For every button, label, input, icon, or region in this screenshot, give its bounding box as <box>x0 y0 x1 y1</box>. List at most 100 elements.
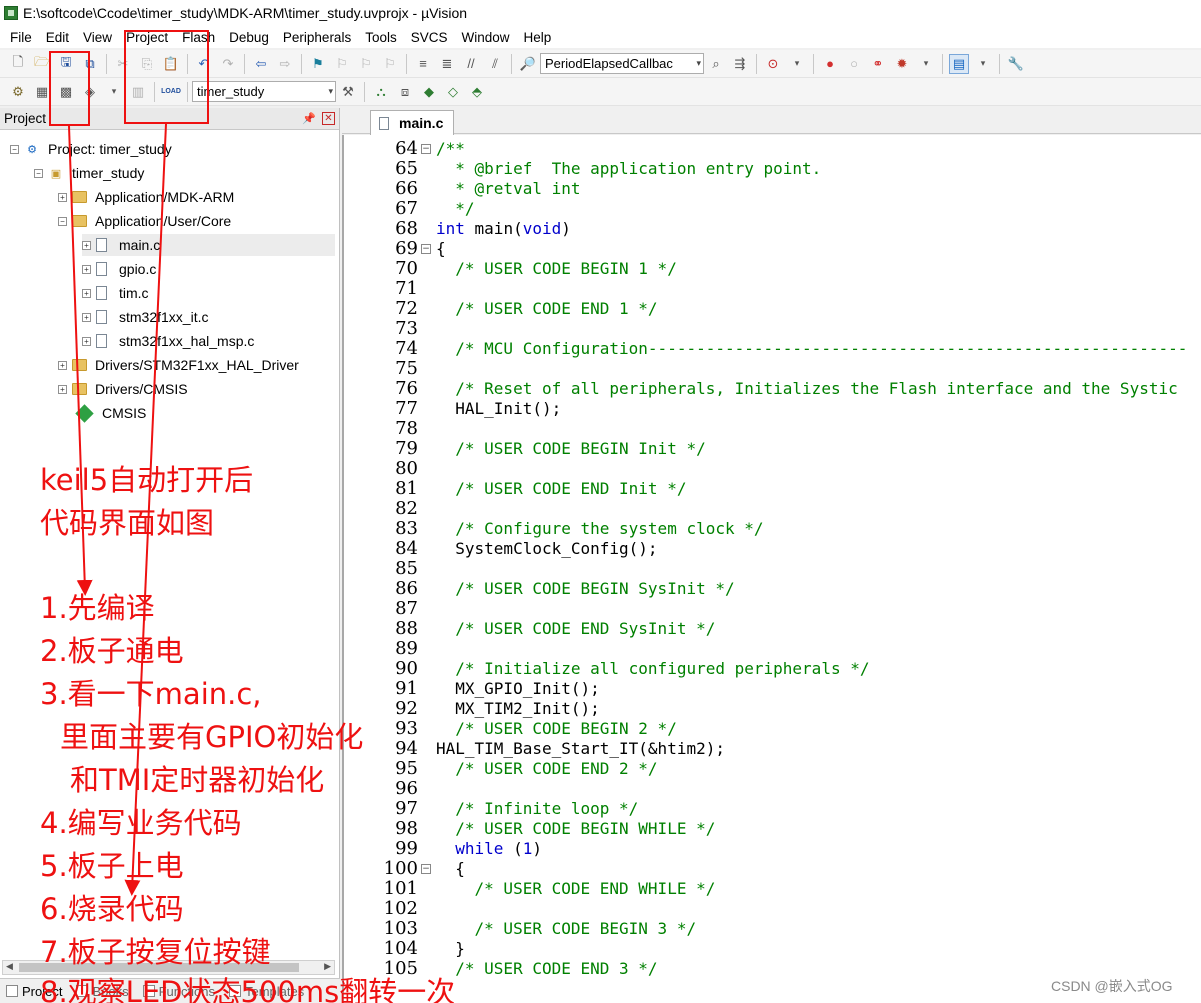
chevron-down-icon[interactable]: ▾ <box>787 54 807 74</box>
tree-item-file[interactable]: + gpio.c <box>82 258 156 280</box>
code-editor[interactable]: 64−/** 65 * @brief The application entry … <box>342 135 1201 1003</box>
code-line[interactable]: 99 while (1) <box>344 839 1201 859</box>
code-line[interactable]: 79 /* USER CODE BEGIN Init */ <box>344 439 1201 459</box>
editor-tab-main-c[interactable]: main.c <box>370 110 455 135</box>
scroll-right-icon[interactable]: ▶ <box>324 961 331 972</box>
expand-icon[interactable]: + <box>58 360 67 370</box>
code-line[interactable]: 102 <box>344 899 1201 919</box>
tree-item-project-root[interactable]: − ⚙ Project: timer_study <box>10 138 172 160</box>
pack-installer-icon[interactable]: ◇ <box>443 82 463 102</box>
indent-icon[interactable]: ≡ <box>413 54 433 74</box>
code-line[interactable]: 78 <box>344 419 1201 439</box>
select-packs-icon[interactable]: ⧈ <box>395 82 415 102</box>
code-line[interactable]: 93 /* USER CODE BEGIN 2 */ <box>344 719 1201 739</box>
chevron-down-icon[interactable]: ▾ <box>104 82 124 102</box>
insert-breakpoint-icon[interactable]: ● <box>820 54 840 74</box>
next-bookmark-icon[interactable]: ⚐ <box>356 54 376 74</box>
code-line[interactable]: 70 /* USER CODE BEGIN 1 */ <box>344 259 1201 279</box>
code-line[interactable]: 69−{ <box>344 239 1201 259</box>
prev-bookmark-icon[interactable]: ⚐ <box>332 54 352 74</box>
collapse-icon[interactable]: − <box>34 168 43 178</box>
code-line[interactable]: 100− { <box>344 859 1201 879</box>
fold-toggle-icon[interactable]: − <box>421 864 431 874</box>
chevron-down-icon[interactable]: ▾ <box>916 54 936 74</box>
tree-item-group[interactable]: + Application/MDK-ARM <box>58 186 234 208</box>
kill-breakpoints-icon[interactable]: ✹ <box>892 54 912 74</box>
code-line[interactable]: 64−/** <box>344 139 1201 159</box>
code-line[interactable]: 98 /* USER CODE BEGIN WHILE */ <box>344 819 1201 839</box>
code-line[interactable]: 83 /* Configure the system clock */ <box>344 519 1201 539</box>
code-line[interactable]: 86 /* USER CODE BEGIN SysInit */ <box>344 579 1201 599</box>
code-line[interactable]: 68 int main(void) <box>344 219 1201 239</box>
pin-icon[interactable]: 📌 <box>302 112 316 125</box>
tree-item-file[interactable]: + stm32f1xx_hal_msp.c <box>82 330 254 352</box>
scroll-left-icon[interactable]: ◀ <box>6 961 13 972</box>
code-line[interactable]: 89 <box>344 639 1201 659</box>
tree-item-cmsis[interactable]: CMSIS <box>75 402 146 424</box>
code-line[interactable]: 95 /* USER CODE END 2 */ <box>344 759 1201 779</box>
tree-item-file[interactable]: + tim.c <box>82 282 149 304</box>
target-options-icon[interactable]: ⚒ <box>338 82 358 102</box>
navigate-back-icon[interactable]: ⇦ <box>251 54 271 74</box>
code-line[interactable]: 94 HAL_TIM_Base_Start_IT(&htim2); <box>344 739 1201 759</box>
translate-icon[interactable]: ⚙ <box>8 82 28 102</box>
menu-file[interactable]: File <box>3 30 39 45</box>
chevron-down-icon[interactable]: ▾ <box>973 54 993 74</box>
menu-help[interactable]: Help <box>517 30 559 45</box>
code-line[interactable]: 73 <box>344 319 1201 339</box>
tree-item-file[interactable]: + stm32f1xx_it.c <box>82 306 208 328</box>
expand-icon[interactable]: + <box>82 240 91 250</box>
tree-item-group[interactable]: + Drivers/STM32F1xx_HAL_Driver <box>58 354 299 376</box>
navigate-forward-icon[interactable]: ⇨ <box>275 54 295 74</box>
code-line[interactable]: 72 /* USER CODE END 1 */ <box>344 299 1201 319</box>
code-line[interactable]: 67 */ <box>344 199 1201 219</box>
expand-icon[interactable]: + <box>58 384 67 394</box>
manage-project-items-icon[interactable]: ⛬ <box>371 82 391 102</box>
find-icon[interactable]: ⌕ <box>706 54 726 74</box>
code-line[interactable]: 85 <box>344 559 1201 579</box>
code-line[interactable]: 81 /* USER CODE END Init */ <box>344 479 1201 499</box>
collapse-icon[interactable]: − <box>10 144 19 154</box>
uncomment-icon[interactable]: ⫽ <box>485 54 505 74</box>
bookmark-icon[interactable]: ⚑ <box>308 54 328 74</box>
code-line[interactable]: 65 * @brief The application entry point. <box>344 159 1201 179</box>
collapse-icon[interactable]: − <box>58 216 67 226</box>
pack-update-icon[interactable]: ⬘ <box>467 82 487 102</box>
code-line[interactable]: 91 MX_GPIO_Init(); <box>344 679 1201 699</box>
code-line[interactable]: 77 HAL_Init(); <box>344 399 1201 419</box>
fold-toggle-icon[interactable]: − <box>421 244 431 254</box>
menu-tools[interactable]: Tools <box>358 30 404 45</box>
code-line[interactable]: 104 } <box>344 939 1201 959</box>
code-line[interactable]: 76 /* Reset of all peripherals, Initiali… <box>344 379 1201 399</box>
menu-debug[interactable]: Debug <box>222 30 276 45</box>
unindent-icon[interactable]: ≣ <box>437 54 457 74</box>
code-line[interactable]: 71 <box>344 279 1201 299</box>
code-line[interactable]: 103 /* USER CODE BEGIN 3 */ <box>344 919 1201 939</box>
manage-run-time-environment-icon[interactable]: ◆ <box>419 82 439 102</box>
code-line[interactable]: 84 SystemClock_Config(); <box>344 539 1201 559</box>
function-combo[interactable]: PeriodElapsedCallbac ▾ <box>540 53 704 74</box>
expand-icon[interactable]: + <box>82 264 91 274</box>
enable-breakpoint-icon[interactable]: ○ <box>844 54 864 74</box>
code-line[interactable]: 97 /* Infinite loop */ <box>344 799 1201 819</box>
tree-item-file[interactable]: + main.c <box>82 234 335 256</box>
close-icon[interactable]: ✕ <box>322 112 335 125</box>
code-line[interactable]: 87 <box>344 599 1201 619</box>
tree-item-target[interactable]: − ▣ timer_study <box>34 162 144 184</box>
code-line[interactable]: 92 MX_TIM2_Init(); <box>344 699 1201 719</box>
expand-icon[interactable]: + <box>58 192 67 202</box>
disable-breakpoints-icon[interactable]: ⚭ <box>868 54 888 74</box>
expand-icon[interactable]: + <box>82 336 91 346</box>
tree-item-group[interactable]: − Application/User/Core <box>58 210 231 232</box>
debug-session-icon[interactable]: ⊙ <box>763 54 783 74</box>
code-line[interactable]: 101 /* USER CODE END WHILE */ <box>344 879 1201 899</box>
code-line[interactable]: 82 <box>344 499 1201 519</box>
code-line[interactable]: 96 <box>344 779 1201 799</box>
code-line[interactable]: 80 <box>344 459 1201 479</box>
target-combo[interactable]: timer_study ▾ <box>192 81 336 102</box>
code-line[interactable]: 90 /* Initialize all configured peripher… <box>344 659 1201 679</box>
expand-icon[interactable]: + <box>82 288 91 298</box>
comment-icon[interactable]: // <box>461 54 481 74</box>
redo-icon[interactable]: ↷ <box>218 54 238 74</box>
code-line[interactable]: 74 /* MCU Configuration-----------------… <box>344 339 1201 359</box>
